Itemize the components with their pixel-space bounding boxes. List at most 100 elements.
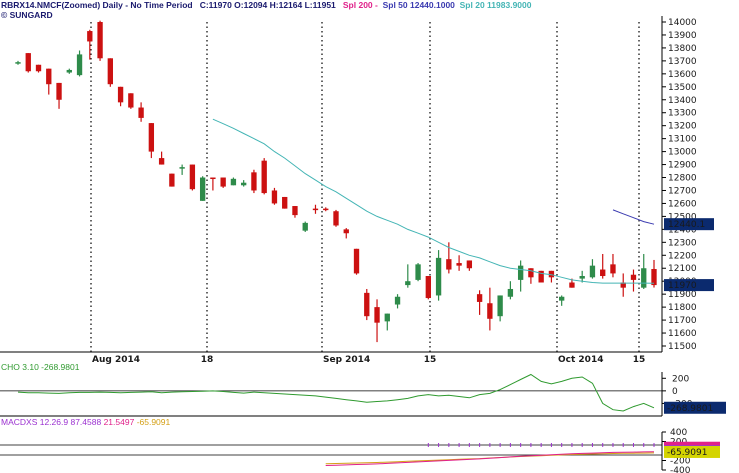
candle-body — [148, 123, 155, 152]
candle-body — [87, 31, 93, 42]
price-tick-label: 14000 — [668, 18, 697, 28]
macd-tick-label: -200 — [670, 457, 691, 467]
price-tick-label: 12300 — [668, 238, 697, 248]
macd-value: 87.4588 — [70, 417, 102, 427]
candle-body — [517, 265, 524, 280]
macd-tick-label: 400 — [670, 428, 687, 438]
candle-body — [282, 196, 288, 209]
price-tick-label: 13000 — [668, 148, 697, 158]
candle-body — [230, 178, 237, 186]
candle-body — [251, 172, 257, 191]
candle-body — [497, 295, 503, 317]
candle-body — [261, 160, 267, 194]
last-price-badge: 11970 — [668, 281, 697, 291]
date-label: Aug 2014 — [92, 355, 140, 365]
chart-header: RBRX14.NMCF(Zoomed) Daily - No Time Peri… — [1, 0, 531, 10]
candle-body — [97, 22, 103, 59]
ma-lines — [212, 118, 655, 284]
cho-panel: 2000-200-268.9801 — [0, 372, 726, 417]
price-tick-label: 13300 — [668, 109, 697, 119]
cho-title: CHO 3.10 -268.9801 — [1, 362, 80, 372]
candle-body — [374, 307, 380, 323]
price-tick-label: 11900 — [668, 290, 697, 300]
candles — [15, 20, 657, 343]
price-tick-label: 13600 — [668, 70, 697, 80]
price-tick-label: 11500 — [668, 342, 697, 352]
candle-body — [189, 164, 196, 190]
price-tick-label: 13200 — [668, 122, 697, 132]
date-label: 15 — [424, 355, 437, 365]
candle-body — [66, 69, 72, 73]
price-tick-label: 13700 — [668, 57, 697, 67]
candle-body — [456, 263, 462, 266]
candle-body — [107, 58, 113, 85]
candle-body — [271, 190, 278, 204]
price-tick-label: 11700 — [668, 316, 697, 326]
cho-line — [17, 373, 655, 412]
price-tick-label: 13500 — [668, 83, 697, 93]
candle-body — [302, 222, 308, 231]
spl200-legend: Spl 200 - — [342, 0, 378, 10]
price-tick-label: 11600 — [668, 329, 697, 339]
price-tick-label: 12700 — [668, 186, 697, 196]
candle-body — [415, 264, 421, 280]
candle-body — [128, 93, 134, 108]
price-tick-label: 13100 — [668, 135, 697, 145]
cho-last-badge: -268.9801 — [667, 404, 713, 414]
candle-body — [610, 264, 616, 274]
candle-body — [46, 68, 52, 85]
ohlc-readout: C:11970 O:12094 H:12164 L:11951 — [199, 0, 336, 10]
spl50-line — [612, 209, 655, 225]
candle-body — [117, 86, 124, 103]
candle-body — [241, 182, 247, 186]
signal-value: 21.5497 — [103, 417, 135, 427]
candle-body — [220, 177, 226, 187]
candle-body — [559, 296, 565, 301]
price-axis: 1150011600117001180011900120001210012200… — [662, 18, 714, 352]
macd-tick-label: -400 — [670, 466, 691, 473]
price-tick-label: 12900 — [668, 161, 697, 171]
spl50-badge: 12440.1 — [668, 220, 705, 230]
candle-body — [292, 206, 298, 216]
candle-body — [323, 208, 329, 211]
date-label: 18 — [201, 355, 214, 365]
candle-body — [630, 274, 637, 280]
candle-body — [569, 282, 575, 288]
date-label: Sep 2014 — [323, 355, 370, 365]
candle-body — [138, 107, 144, 118]
candle-body — [364, 292, 370, 317]
candle-body — [507, 288, 514, 297]
cho-tick-label: 200 — [672, 374, 689, 384]
date-label: 15 — [633, 355, 646, 365]
candle-body — [651, 269, 657, 286]
spl50-legend: Spl 50 12440.1000 — [382, 0, 455, 10]
candle-body — [35, 64, 42, 72]
date-axis: Aug 2014 18 Sep 2014 15 Oct 2014 15 — [92, 355, 645, 365]
macd-title: MACDXS 12.26.9 — [1, 417, 69, 427]
candle-body — [487, 303, 493, 319]
candle-body — [169, 173, 175, 187]
candle-body — [199, 177, 206, 201]
candle-body — [25, 53, 31, 72]
candle-body — [15, 62, 21, 64]
candle-body — [312, 208, 319, 211]
candle-body — [405, 281, 411, 286]
candle-body — [589, 265, 596, 278]
candle-body — [333, 211, 339, 226]
hist-value: -65.9091 — [136, 417, 171, 427]
candle-body — [435, 257, 442, 296]
candle-body — [343, 229, 349, 234]
macd-last-badge: -65.9091 — [667, 448, 707, 458]
candle-body — [446, 259, 452, 270]
candle-body — [158, 158, 165, 165]
candle-body — [600, 269, 606, 277]
candle-body — [579, 276, 585, 279]
chart-canvas: 1150011600117001180011900120001210012200… — [0, 16, 726, 473]
candle-body — [394, 296, 401, 305]
candle-body — [56, 82, 62, 100]
candle-body — [466, 260, 473, 269]
candle-body — [384, 313, 390, 322]
spl20-line — [212, 118, 655, 284]
source-label: © SUNGARD — [1, 10, 53, 20]
price-tick-label: 13400 — [668, 96, 697, 106]
